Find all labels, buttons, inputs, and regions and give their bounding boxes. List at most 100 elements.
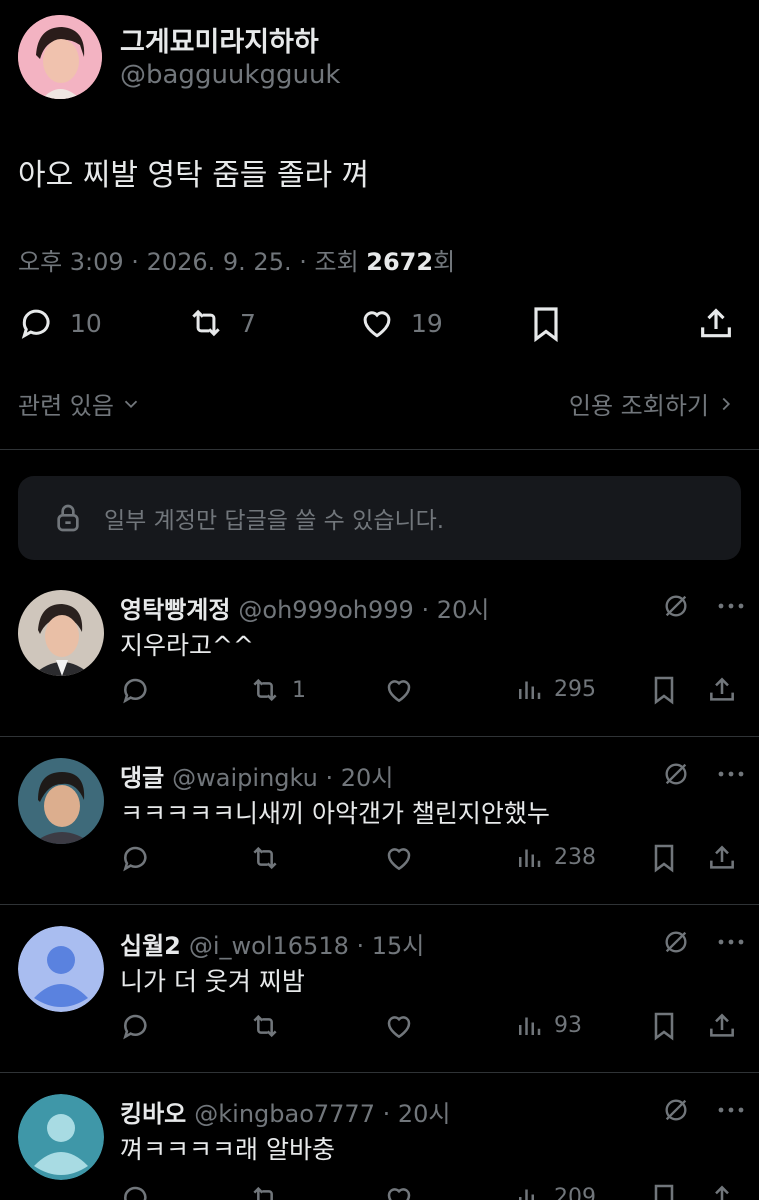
reply-author-name[interactable]: 댕글 xyxy=(120,758,164,793)
reply-item[interactable]: 댕글 @waipingku · 20시 ㅋㅋㅋㅋㅋ니새끼 아악갠가 챌린지안했누… xyxy=(0,752,759,904)
reply-button[interactable] xyxy=(120,1182,152,1200)
share-button[interactable] xyxy=(706,674,738,706)
avatar[interactable] xyxy=(18,590,104,676)
reply-icon xyxy=(124,1186,147,1200)
reply-author-name[interactable]: 십월2 xyxy=(120,926,181,961)
reply-actions: 238 xyxy=(120,842,740,882)
share-icon xyxy=(710,677,734,701)
share-button[interactable] xyxy=(706,1182,738,1200)
heart-icon xyxy=(387,1188,411,1200)
hide-reply-icon[interactable] xyxy=(662,760,690,788)
reply-actions: 209 xyxy=(120,1182,740,1200)
reply-actions: 1 295 xyxy=(120,674,740,714)
repost-icon xyxy=(253,846,277,870)
repost-button[interactable] xyxy=(248,842,292,874)
reply-actions: 93 xyxy=(120,1010,740,1050)
author-handle[interactable]: @bagguukgguuk xyxy=(120,60,340,90)
bookmark-button[interactable] xyxy=(648,842,680,874)
bookmark-button[interactable] xyxy=(648,1182,680,1200)
repost-count: 7 xyxy=(240,308,256,338)
share-button[interactable] xyxy=(706,842,738,874)
like-button[interactable]: 19 xyxy=(357,304,443,342)
share-button[interactable] xyxy=(706,1010,738,1042)
like-button[interactable] xyxy=(382,842,416,874)
repost-button[interactable]: 7 xyxy=(186,304,256,342)
bookmark-icon xyxy=(654,1012,674,1041)
divider xyxy=(0,904,759,905)
view-count: 2672 xyxy=(366,248,434,276)
author-avatar[interactable] xyxy=(18,15,102,99)
chevron-down-icon xyxy=(124,400,138,408)
hide-reply-icon[interactable] xyxy=(662,1096,690,1124)
reply-icon xyxy=(123,846,147,872)
view-count: 238 xyxy=(554,844,596,870)
heart-icon xyxy=(387,680,411,703)
notice-text: 일부 계정만 답글을 쓸 수 있습니다. xyxy=(104,508,445,534)
reply-author-handle[interactable]: @waipingku · 20시 xyxy=(172,758,393,793)
like-button[interactable] xyxy=(382,1182,416,1200)
more-icon[interactable] xyxy=(716,928,746,956)
reply-author-name[interactable]: 영탁빵계정 xyxy=(120,590,230,625)
repost-button[interactable] xyxy=(248,1010,292,1042)
reply-item[interactable]: 킹바오 @kingbao7777 · 20시 껴ㅋㅋㅋㅋ래 알바충 209 xyxy=(0,1088,759,1200)
reply-button[interactable] xyxy=(120,1010,152,1042)
reply-item[interactable]: 영탁빵계정 @oh999oh999 · 20시 지우라고^^ 1 295 xyxy=(0,584,759,736)
reply-restriction-notice: 일부 계정만 답글을 쓸 수 있습니다. xyxy=(18,476,741,560)
hide-reply-icon[interactable] xyxy=(662,592,690,620)
share-button[interactable] xyxy=(696,304,736,344)
bookmark-button[interactable] xyxy=(526,304,566,344)
reply-header: 킹바오 @kingbao7777 · 20시 xyxy=(120,1094,450,1129)
reply-item[interactable]: 십월2 @i_wol16518 · 15시 니가 더 웃겨 찌밤 93 xyxy=(0,920,759,1072)
bookmark-icon xyxy=(654,844,674,873)
more-icon[interactable] xyxy=(716,592,746,620)
like-button[interactable] xyxy=(382,1010,416,1042)
bookmark-button[interactable] xyxy=(648,1010,680,1042)
views-button[interactable]: 209 xyxy=(514,1182,596,1200)
like-button[interactable] xyxy=(382,674,416,706)
reply-author-handle[interactable]: @oh999oh999 · 20시 xyxy=(238,590,489,625)
views-button[interactable]: 93 xyxy=(514,1010,582,1040)
more-icon[interactable] xyxy=(716,1096,746,1124)
repost-button[interactable]: 1 xyxy=(248,674,306,706)
reply-text: ㅋㅋㅋㅋㅋ니새끼 아악갠가 챌린지안했누 xyxy=(120,799,550,828)
post-text: 아오 찌발 영탁 줌들 졸라 껴 xyxy=(18,158,370,193)
views-button[interactable]: 295 xyxy=(514,674,596,704)
repost-icon xyxy=(253,1014,277,1038)
default-avatar[interactable] xyxy=(18,926,104,1012)
reply-top-controls xyxy=(662,592,746,620)
share-icon xyxy=(715,1185,729,1200)
reply-button[interactable]: 10 xyxy=(18,304,102,342)
reply-count: 10 xyxy=(70,308,102,338)
reply-header: 십월2 @i_wol16518 · 15시 xyxy=(120,926,424,961)
chevron-right-icon xyxy=(722,397,731,410)
default-avatar[interactable] xyxy=(18,1094,104,1180)
reply-header: 영탁빵계정 @oh999oh999 · 20시 xyxy=(120,590,489,625)
analytics-icon xyxy=(519,1189,534,1200)
heart-icon xyxy=(387,1016,411,1039)
more-icon[interactable] xyxy=(716,760,746,788)
reply-button[interactable] xyxy=(120,842,152,874)
reply-author-handle[interactable]: @kingbao7777 · 20시 xyxy=(194,1094,450,1129)
avatar[interactable] xyxy=(18,758,104,844)
repost-button[interactable] xyxy=(248,1182,282,1200)
reply-author-handle[interactable]: @i_wol16518 · 15시 xyxy=(189,926,425,961)
repost-icon xyxy=(253,678,277,702)
reply-text: 껴ㅋㅋㅋㅋ래 알바충 xyxy=(120,1135,335,1164)
share-icon xyxy=(710,1013,734,1037)
reply-button[interactable] xyxy=(120,674,152,706)
bookmark-button[interactable] xyxy=(648,674,680,706)
related-label: 관련 있음 xyxy=(18,392,114,420)
hide-reply-icon[interactable] xyxy=(662,928,690,956)
views-button[interactable]: 238 xyxy=(514,842,596,872)
related-toggle[interactable]: 관련 있음 xyxy=(18,386,142,421)
reply-author-name[interactable]: 킹바오 xyxy=(120,1094,186,1129)
reply-top-controls xyxy=(662,760,746,788)
reply-top-controls xyxy=(662,1096,746,1124)
share-icon xyxy=(701,308,731,338)
view-quotes-link[interactable]: 인용 조회하기 xyxy=(569,386,737,421)
repost-count: 1 xyxy=(292,677,306,703)
divider xyxy=(0,1072,759,1073)
author-name[interactable]: 그게묘미라지하하 xyxy=(120,20,319,59)
view-count: 295 xyxy=(554,676,596,702)
view-count-suffix: 회 xyxy=(433,248,456,276)
